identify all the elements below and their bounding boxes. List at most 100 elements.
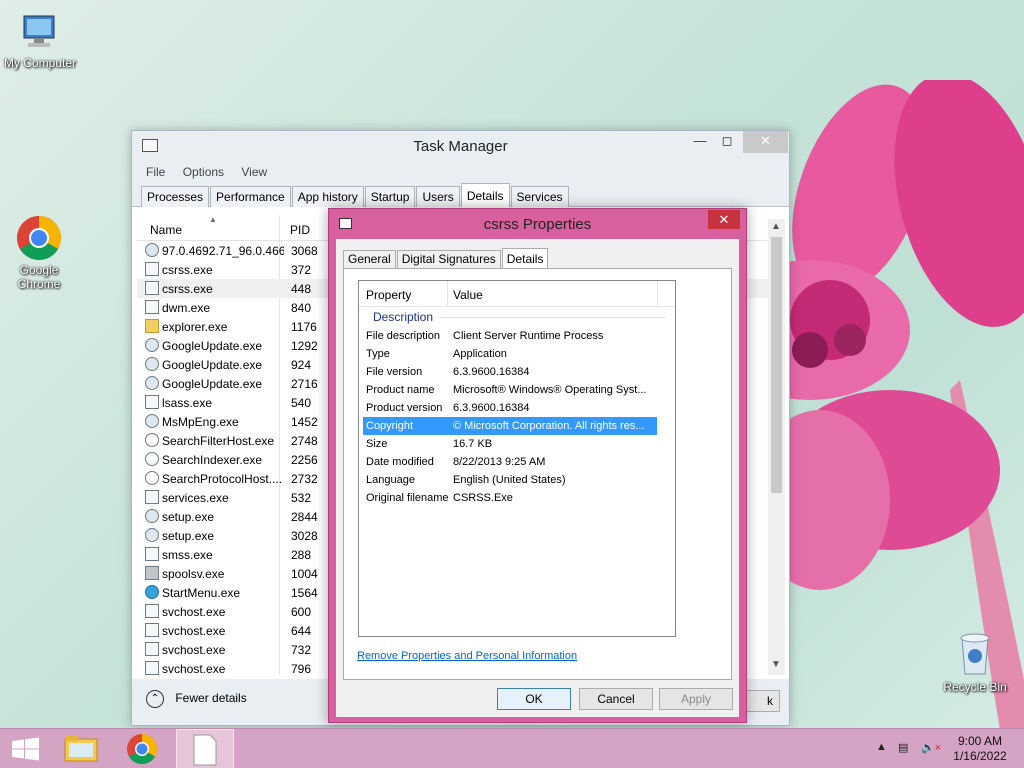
tab-processes[interactable]: Processes: [141, 186, 210, 207]
process-name: SearchFilterHost.exe: [162, 434, 275, 448]
tab-general[interactable]: General: [343, 250, 396, 268]
window-icon: [145, 547, 159, 561]
tab-details[interactable]: Details: [460, 183, 510, 207]
task-manager-titlebar[interactable]: Task Manager — ◻ ✕: [132, 131, 789, 161]
gear-icon: [145, 338, 159, 352]
gear-icon: [145, 509, 159, 523]
tab-users[interactable]: Users: [416, 186, 460, 207]
taskbar-file-explorer[interactable]: [55, 729, 107, 768]
property-row[interactable]: Type Application: [363, 345, 657, 363]
column-header-pid[interactable]: PID: [290, 223, 310, 237]
taskbar: ▲ ▤ 🔈× 9:00 AM 1/16/2022: [0, 728, 1024, 768]
process-name: GoogleUpdate.exe: [162, 339, 263, 353]
fewer-details-button[interactable]: ⌃ Fewer details: [146, 690, 247, 708]
windows-logo-icon: [12, 737, 39, 761]
window-icon: [145, 490, 159, 504]
property-list: Property Value Description File descript…: [358, 280, 676, 637]
process-pid: 644: [291, 624, 312, 638]
process-name: 97.0.4692.71_96.0.466...: [162, 244, 284, 258]
process-pid: 924: [291, 358, 312, 372]
process-pid: 796: [291, 662, 312, 675]
taskbar-chrome[interactable]: [116, 729, 168, 768]
start-button[interactable]: [0, 729, 52, 768]
cancel-button[interactable]: Cancel: [579, 688, 653, 710]
tab-performance[interactable]: Performance: [210, 186, 291, 207]
menu-bar: File Options View: [132, 161, 789, 183]
remove-properties-link[interactable]: Remove Properties and Personal Informati…: [357, 650, 577, 662]
menu-options[interactable]: Options: [183, 161, 224, 183]
property-row[interactable]: Size 16.7 KB: [363, 435, 657, 453]
task-manager-tabs: Processes Performance App history Startu…: [132, 183, 789, 207]
volume-muted-icon[interactable]: 🔈×: [921, 741, 941, 754]
process-name: GoogleUpdate.exe: [162, 377, 263, 391]
network-icon[interactable]: ▤: [898, 741, 908, 754]
property-name: Copyright: [366, 420, 414, 432]
property-row[interactable]: Language English (United States): [363, 471, 657, 489]
process-pid: 2716: [291, 377, 318, 391]
show-hidden-icons-icon[interactable]: ▲: [876, 741, 887, 753]
property-value: 16.7 KB: [453, 438, 493, 450]
taskbar-task-manager[interactable]: [176, 729, 234, 768]
tab-digital-signatures[interactable]: Digital Signatures: [396, 250, 501, 268]
recycle-bin-icon: [960, 633, 990, 675]
gear-icon: [145, 376, 159, 390]
property-row[interactable]: Product version 6.3.9600.16384: [363, 399, 657, 417]
tab-services[interactable]: Services: [510, 186, 569, 207]
property-row[interactable]: Original filename CSRSS.Exe: [363, 489, 657, 507]
process-list-scrollbar[interactable]: ▲ ▼: [768, 219, 785, 675]
close-button[interactable]: ✕: [743, 131, 788, 153]
process-pid: 540: [291, 396, 312, 410]
process-name: csrss.exe: [162, 282, 213, 296]
property-value: 8/22/2013 9:25 AM: [453, 456, 546, 468]
tab-startup[interactable]: Startup: [364, 186, 416, 207]
process-name: MsMpEng.exe: [162, 415, 239, 429]
column-header-name[interactable]: Name: [150, 223, 182, 237]
property-row[interactable]: File version 6.3.9600.16384: [363, 363, 657, 381]
process-name: SearchProtocolHost....: [162, 472, 283, 486]
tab-details[interactable]: Details: [501, 248, 549, 269]
property-value: 6.3.9600.16384: [453, 402, 530, 414]
property-row[interactable]: Date modified 8/22/2013 9:25 AM: [363, 453, 657, 471]
property-name: Date modified: [366, 456, 434, 468]
property-value: © Microsoft Corporation. All rights res.…: [453, 420, 645, 432]
folder-icon: [64, 736, 98, 762]
search-icon: [145, 452, 159, 466]
scroll-down-icon[interactable]: ▼: [771, 659, 781, 670]
window-icon: [145, 661, 159, 675]
desktop-icon-label: Recycle Bin: [943, 680, 1007, 694]
taskbar-clock[interactable]: 9:00 AM 1/16/2022: [950, 734, 1010, 764]
window-icon: [145, 623, 159, 637]
column-header-value[interactable]: Value: [453, 288, 483, 302]
property-value: English (United States): [453, 474, 566, 486]
property-name: Type: [366, 348, 390, 360]
menu-view[interactable]: View: [241, 161, 267, 183]
installer-icon: [145, 243, 159, 257]
scrollbar-thumb[interactable]: [771, 237, 782, 493]
minimize-button[interactable]: —: [686, 131, 714, 153]
computer-icon: [23, 15, 55, 47]
property-row[interactable]: Copyright © Microsoft Corporation. All ri…: [363, 417, 657, 435]
properties-close-button[interactable]: ✕: [708, 210, 740, 229]
property-list-header: Property Value: [359, 281, 675, 307]
maximize-button[interactable]: ◻: [713, 131, 741, 153]
menu-file[interactable]: File: [146, 161, 165, 183]
desktop-icon-my-computer[interactable]: My Computer: [0, 10, 80, 70]
property-row[interactable]: Product name Microsoft® Windows® Operatin…: [363, 381, 657, 399]
property-row[interactable]: File description Client Server Runtime Pr…: [363, 327, 657, 345]
properties-title: csrss Properties: [483, 216, 592, 233]
column-header-property[interactable]: Property: [366, 288, 411, 302]
ok-button[interactable]: OK: [497, 688, 571, 710]
tab-app-history[interactable]: App history: [291, 186, 364, 207]
process-name: csrss.exe: [162, 263, 213, 277]
process-pid: 1452: [291, 415, 318, 429]
property-value: Microsoft® Windows® Operating Syst...: [453, 384, 647, 396]
process-pid: 840: [291, 301, 312, 315]
process-name: svchost.exe: [162, 605, 226, 619]
window-icon: [145, 281, 159, 295]
properties-titlebar[interactable]: csrss Properties ✕: [329, 209, 746, 239]
scroll-up-icon[interactable]: ▲: [771, 221, 781, 232]
property-value: CSRSS.Exe: [453, 492, 513, 504]
apply-button[interactable]: Apply: [659, 688, 733, 710]
desktop-icon-google-chrome[interactable]: Google Chrome: [0, 215, 79, 291]
desktop-icon-recycle-bin[interactable]: Recycle Bin: [935, 630, 1015, 694]
